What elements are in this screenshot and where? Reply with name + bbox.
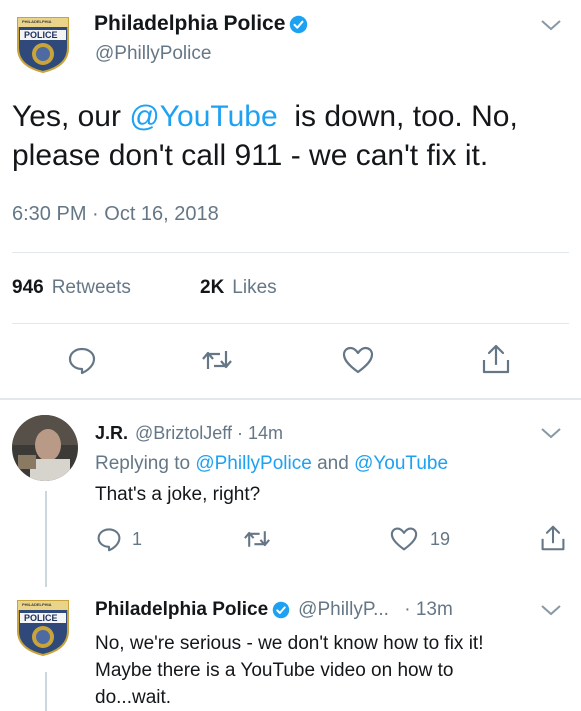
thread-line — [45, 491, 47, 587]
retweet-icon[interactable] — [242, 526, 272, 552]
share-icon[interactable] — [481, 343, 511, 375]
divider — [12, 323, 569, 324]
replying-to: Replying to @PhillyPolice and @YouTube — [95, 453, 448, 475]
reply-icon[interactable] — [96, 526, 122, 552]
reply-text: That's a joke, right? — [95, 484, 261, 505]
thread-line — [45, 672, 47, 711]
reply2-text-line: No, we're serious - we don't know how to… — [95, 633, 484, 654]
reply2-author-name[interactable]: Philadelphia Police — [95, 599, 268, 621]
patch-text: POLICE — [24, 613, 58, 623]
verified-badge-icon — [290, 15, 308, 33]
replying-to-prefix: Replying to — [95, 453, 196, 474]
tweet-text: Yes, our @YouTube is down, too. No, plea… — [12, 97, 572, 175]
divider — [12, 252, 569, 253]
reply2-text: No, we're serious - we don't know how to… — [95, 630, 483, 711]
reply2-time[interactable]: · 13m — [399, 599, 453, 621]
tweet-text-part: Yes, our — [12, 100, 130, 133]
mention-phillypolice-link[interactable]: @PhillyPolice — [195, 453, 311, 474]
patch-small-text: PHILADELPHIA — [22, 19, 52, 24]
reply2-author-handle[interactable]: @PhillyP... — [298, 599, 389, 621]
reply-count: 1 — [132, 529, 143, 549]
tweet-timestamp[interactable]: 6:30 PM · Oct 16, 2018 — [12, 203, 219, 226]
patch-small-text: PHILADELPHIA — [22, 602, 52, 607]
mention-youtube-link[interactable]: @YouTube — [354, 453, 448, 474]
reply-author-name[interactable]: J.R. — [95, 423, 128, 444]
retweets-count: 946 — [12, 277, 44, 298]
author-handle[interactable]: @PhillyPolice — [95, 43, 211, 65]
like-count: 19 — [430, 529, 451, 549]
author-name[interactable]: Philadelphia Police — [94, 12, 285, 36]
retweets-label: Retweets — [51, 277, 131, 298]
patch-text: POLICE — [24, 30, 58, 40]
reply-author-handle[interactable]: @BriztolJeff — [135, 423, 232, 444]
like-icon[interactable] — [390, 526, 418, 552]
like-icon[interactable] — [342, 345, 374, 375]
retweets-stat[interactable]: 946 Retweets — [12, 277, 131, 299]
mention-youtube-link[interactable]: @YouTube — [129, 100, 277, 133]
chevron-down-icon[interactable] — [540, 603, 562, 617]
chevron-down-icon[interactable] — [540, 18, 562, 32]
divider — [0, 398, 581, 400]
reply2-avatar[interactable]: PHILADELPHIA POLICE — [14, 597, 72, 662]
share-icon[interactable] — [540, 524, 566, 552]
likes-count: 2K — [200, 277, 225, 298]
retweet-icon[interactable] — [200, 345, 234, 375]
reply2-text-line: Maybe there is a YouTube video on how to — [95, 660, 454, 681]
avatar[interactable] — [12, 415, 78, 481]
verified-badge-icon — [272, 601, 290, 619]
replying-to-and: and — [311, 453, 355, 474]
likes-stat[interactable]: 2K Likes — [200, 277, 277, 299]
likes-label: Likes — [232, 277, 277, 298]
chevron-down-icon[interactable] — [540, 426, 562, 440]
reply2-text-line: do...wait. — [95, 687, 172, 708]
main-tweet-avatar[interactable]: PHILADELPHIA POLICE — [14, 14, 72, 79]
reply-time[interactable]: · 14m — [232, 423, 283, 444]
reply-icon[interactable] — [67, 345, 97, 375]
